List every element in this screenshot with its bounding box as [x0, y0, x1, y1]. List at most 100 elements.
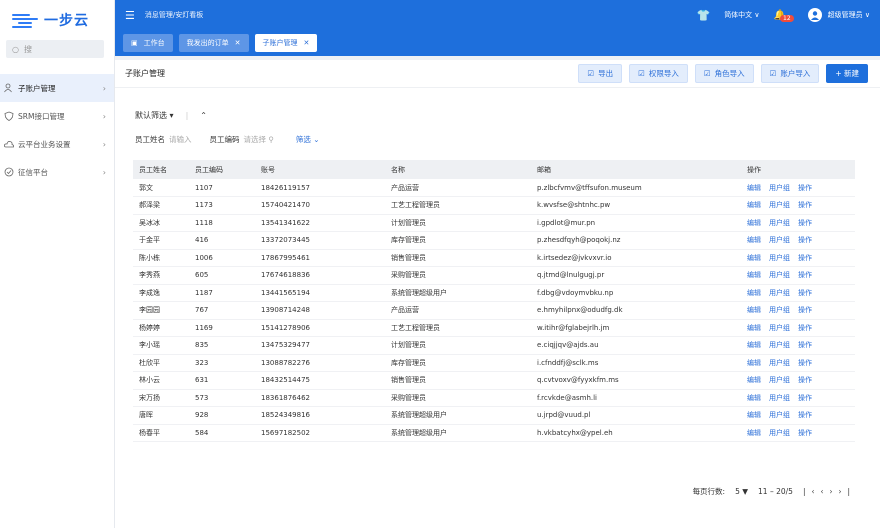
tab-label: 我发出的订单	[186, 39, 229, 47]
table-cell: 1006	[189, 249, 255, 267]
tab-0[interactable]: ▣ 工作台	[123, 34, 173, 52]
language-select[interactable]: 简体中文 ∨	[724, 10, 759, 20]
user-group-link[interactable]: 用户组	[769, 411, 790, 419]
edit-link[interactable]: 编辑	[747, 236, 761, 244]
user-group-link[interactable]: 用户组	[769, 254, 790, 262]
default-filter-select[interactable]: 默认筛选 ▾	[135, 110, 174, 121]
collapse-icon[interactable]: ⌃	[200, 111, 207, 120]
user-group-link[interactable]: 用户组	[769, 201, 790, 209]
first-page-icon[interactable]: |‹	[803, 487, 821, 496]
user-group-link[interactable]: 用户组	[769, 236, 790, 244]
edit-link[interactable]: 编辑	[747, 376, 761, 384]
user-group-link[interactable]: 用户组	[769, 359, 790, 367]
table-row: 林小云 631 18432514475 销售管理员 q.cvtvoxv@fyyxkfm.…	[133, 371, 855, 390]
row-actions: 编辑 用户组 操作	[741, 196, 855, 215]
permission-import-button[interactable]: ☑ 权限导入	[629, 64, 688, 83]
notification-badge: 12	[780, 14, 794, 22]
user-group-link[interactable]: 用户组	[769, 394, 790, 402]
row-actions: 编辑 用户组 操作	[741, 266, 855, 285]
operation-link[interactable]: 操作	[798, 324, 812, 332]
last-page-icon[interactable]: ›|	[838, 487, 856, 496]
code-filter-input[interactable]: 请选择 ⚲	[244, 134, 274, 145]
logo-text: 一步云	[44, 13, 89, 29]
table-row: 于金平 416 13372073445 库存管理员 p.zhesdfqyh@poqokj…	[133, 231, 855, 250]
name-filter-input[interactable]: 请输入	[169, 134, 192, 145]
export-button[interactable]: ☑ 导出	[578, 64, 623, 83]
user-group-link[interactable]: 用户组	[769, 184, 790, 192]
operation-link[interactable]: 操作	[798, 376, 812, 384]
pagination-nav: |‹‹››|	[803, 487, 856, 496]
row-actions: 编辑 用户组 操作	[741, 301, 855, 320]
sidebar-item-0[interactable]: 子账户管理 ›	[0, 74, 114, 102]
tab-2[interactable]: 子账户管理 ✕	[254, 34, 318, 52]
sidebar-item-label: 云平台业务设置	[18, 139, 71, 149]
operation-link[interactable]: 操作	[798, 411, 812, 419]
operation-link[interactable]: 操作	[798, 236, 812, 244]
operation-link[interactable]: 操作	[798, 184, 812, 192]
sidebar-item-1[interactable]: SRM接口管理 ›	[0, 102, 114, 130]
role-import-button[interactable]: ☑ 角色导入	[694, 64, 754, 83]
filter-link[interactable]: 筛选 ⌄	[296, 134, 320, 145]
edit-link[interactable]: 编辑	[747, 324, 761, 332]
table-cell: 杨春平	[133, 424, 189, 442]
user-group-link[interactable]: 用户组	[769, 341, 790, 349]
row-actions: 编辑 用户组 操作	[741, 371, 855, 390]
table-row: 李秀燕 605 17674618836 采购管理员 q.jtmd@lnulgugj.pr…	[133, 266, 855, 285]
edit-link[interactable]: 编辑	[747, 411, 761, 419]
user-menu[interactable]: 超级管理员 ∨	[807, 8, 870, 22]
badge-icon	[4, 167, 14, 177]
user-group-link[interactable]: 用户组	[769, 376, 790, 384]
close-icon[interactable]: ✕	[304, 39, 310, 47]
edit-link[interactable]: 编辑	[747, 254, 761, 262]
edit-link[interactable]: 编辑	[747, 289, 761, 297]
filter-fields-row: 员工姓名 请输入 员工编码 请选择 ⚲ 筛选 ⌄	[135, 134, 320, 145]
edit-link[interactable]: 编辑	[747, 341, 761, 349]
operation-link[interactable]: 操作	[798, 254, 812, 262]
table-row: 杨春平 584 15697182502 系统管理超级用户 h.vkbatcyhx@ype…	[133, 424, 855, 442]
sidebar-item-2[interactable]: 云平台业务设置 ›	[0, 130, 114, 158]
operation-link[interactable]: 操作	[798, 359, 812, 367]
edit-link[interactable]: 编辑	[747, 306, 761, 314]
notification-bell[interactable]: 🔔 12	[774, 10, 794, 22]
user-group-link[interactable]: 用户组	[769, 429, 790, 437]
table-cell: 系统管理超级用户	[385, 424, 531, 442]
close-icon[interactable]: ✕	[235, 39, 241, 47]
export-label: 导出	[598, 69, 614, 78]
operation-link[interactable]: 操作	[798, 271, 812, 279]
tab-1[interactable]: 我发出的订单 ✕	[178, 34, 249, 52]
page-size-select[interactable]: 5 ▼	[735, 487, 748, 496]
user-group-link[interactable]: 用户组	[769, 306, 790, 314]
user-group-link[interactable]: 用户组	[769, 219, 790, 227]
edit-link[interactable]: 编辑	[747, 271, 761, 279]
table-cell: 李园园	[133, 301, 189, 320]
edit-link[interactable]: 编辑	[747, 201, 761, 209]
operation-link[interactable]: 操作	[798, 289, 812, 297]
menu-icon[interactable]: ☰	[125, 9, 135, 22]
tab-label: 工作台	[143, 39, 165, 47]
operation-link[interactable]: 操作	[798, 201, 812, 209]
edit-link[interactable]: 编辑	[747, 394, 761, 402]
shirt-icon[interactable]: 👕	[696, 9, 710, 22]
edit-link[interactable]: 编辑	[747, 359, 761, 367]
edit-square-icon: ☑	[587, 69, 595, 78]
new-label: + 新建	[835, 69, 859, 78]
account-import-button[interactable]: ☑ 账户导入	[760, 64, 820, 83]
chevron-right-icon: ›	[102, 167, 106, 177]
user-group-link[interactable]: 用户组	[769, 271, 790, 279]
table-cell: e.ciqjjqv@ajds.au	[531, 336, 741, 355]
operation-link[interactable]: 操作	[798, 429, 812, 437]
sidebar-item-3[interactable]: 征信平台 ›	[0, 158, 114, 186]
operation-link[interactable]: 操作	[798, 394, 812, 402]
sidebar-search-input[interactable]: ○ 搜	[6, 40, 104, 58]
edit-link[interactable]: 编辑	[747, 429, 761, 437]
edit-link[interactable]: 编辑	[747, 184, 761, 192]
edit-link[interactable]: 编辑	[747, 219, 761, 227]
operation-link[interactable]: 操作	[798, 306, 812, 314]
operation-link[interactable]: 操作	[798, 219, 812, 227]
user-group-link[interactable]: 用户组	[769, 289, 790, 297]
new-button[interactable]: + 新建	[826, 64, 868, 83]
user-group-link[interactable]: 用户组	[769, 324, 790, 332]
user-name: 超级管理员 ∨	[827, 11, 870, 19]
operation-link[interactable]: 操作	[798, 341, 812, 349]
edit-square-icon: ☑	[703, 69, 711, 78]
